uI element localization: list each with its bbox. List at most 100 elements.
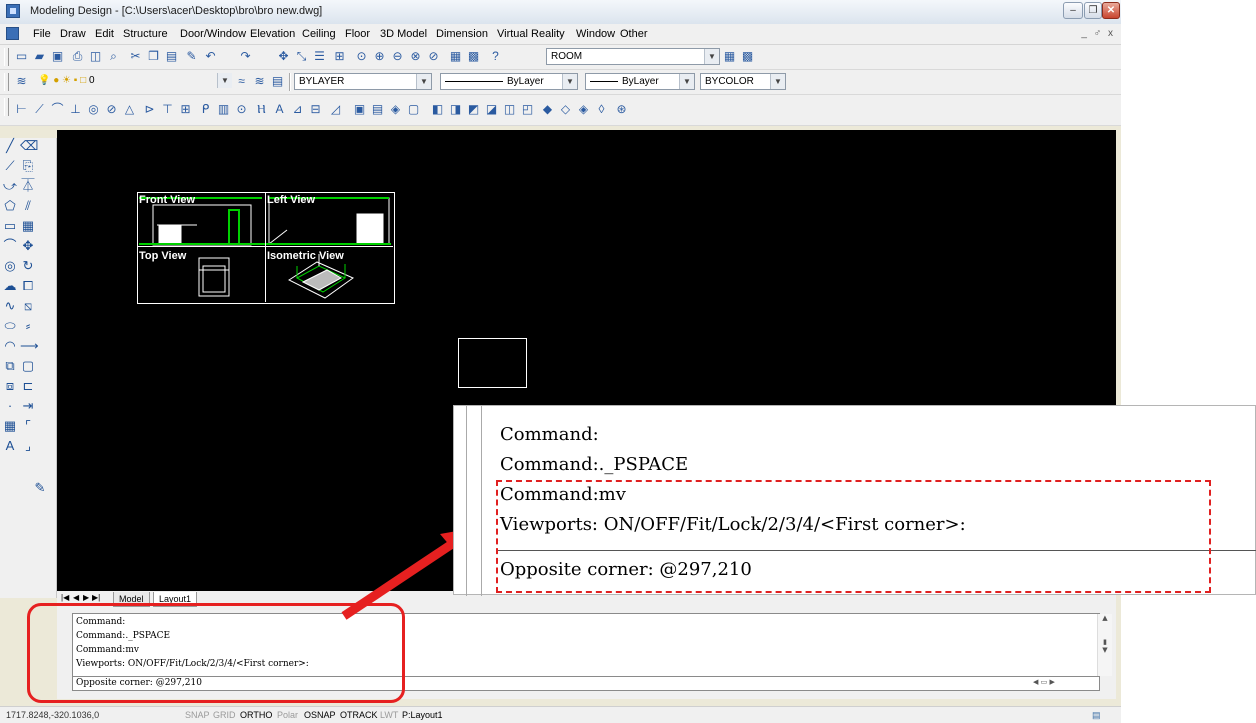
- ordinate-icon[interactable]: ⊥: [68, 102, 83, 117]
- snap-toggle[interactable]: SNAP: [185, 710, 210, 720]
- otrack-toggle[interactable]: OTRACK: [340, 710, 378, 720]
- leader-icon[interactable]: ᑭ: [198, 102, 213, 117]
- revision-cloud-icon[interactable]: ☁: [2, 278, 18, 294]
- close-button[interactable]: ✕: [1102, 2, 1120, 19]
- view-top-icon[interactable]: ▣: [352, 102, 367, 117]
- linetype-combo[interactable]: ByLayer ▼: [440, 73, 578, 90]
- shade-flat-icon[interactable]: ◆: [540, 102, 555, 117]
- layer-manager-icon[interactable]: ≋: [14, 74, 29, 89]
- color-combo[interactable]: BYLAYER ▼: [294, 73, 432, 90]
- explode-icon[interactable]: ⌟: [20, 438, 36, 454]
- radius-icon[interactable]: ◎: [86, 102, 101, 117]
- brush-icon[interactable]: ✎: [32, 480, 48, 496]
- dim-style-icon[interactable]: ⊟: [308, 102, 323, 117]
- menu-door-window[interactable]: Door/Window: [180, 28, 246, 40]
- view-bottom-icon[interactable]: ▤: [370, 102, 385, 117]
- aligned-dim-icon[interactable]: ⟋: [32, 102, 47, 117]
- polygon-icon[interactable]: ⬠: [2, 198, 18, 214]
- insert-block-icon[interactable]: ⧉: [2, 358, 18, 374]
- room-combo[interactable]: ROOM ▼: [546, 48, 720, 65]
- zoom-window-icon[interactable]: ⊕: [372, 49, 387, 64]
- view-back-icon[interactable]: ◨: [448, 102, 463, 117]
- chevron-down-icon[interactable]: ▼: [416, 74, 431, 89]
- maximize-button[interactable]: ❐: [1084, 2, 1102, 19]
- menu-structure[interactable]: Structure: [123, 28, 168, 40]
- ortho-toggle[interactable]: ORTHO: [240, 710, 272, 720]
- help-icon[interactable]: ?: [488, 49, 503, 64]
- new-file-icon[interactable]: ▭: [14, 49, 29, 64]
- copy-icon[interactable]: ❐: [146, 49, 161, 64]
- view-front-icon[interactable]: ◧: [430, 102, 445, 117]
- construction-line-icon[interactable]: ⟋: [2, 158, 18, 174]
- revolve-icon[interactable]: ◪: [1119, 272, 1122, 288]
- find-icon[interactable]: ⌕: [106, 49, 121, 64]
- toolbar-grip[interactable]: [4, 48, 9, 66]
- menu-other[interactable]: Other: [620, 28, 648, 40]
- menu-3d-model[interactable]: 3D Model: [380, 28, 427, 40]
- new-viewport-rectangle[interactable]: [458, 338, 527, 388]
- plotstyle-combo[interactable]: BYCOLOR ▼: [700, 73, 786, 90]
- interfere-icon[interactable]: ◉: [1119, 318, 1121, 334]
- pan-icon[interactable]: ✥: [276, 49, 291, 64]
- quick-dim-icon[interactable]: ⊳: [142, 102, 157, 117]
- tray-settings-icon[interactable]: ▤: [1092, 710, 1101, 721]
- linear-dim-icon[interactable]: ⊢: [14, 102, 29, 117]
- tab-prev-icon[interactable]: ◀: [73, 593, 79, 602]
- rotate-icon[interactable]: ↻: [20, 258, 36, 274]
- make-layer-current-icon[interactable]: ≈: [234, 74, 249, 89]
- chevron-down-icon[interactable]: ▼: [217, 73, 232, 88]
- chevron-down-icon[interactable]: ▼: [704, 49, 719, 64]
- viewport-icon[interactable]: ⊞: [332, 49, 347, 64]
- tab-next-icon[interactable]: ▶: [83, 593, 89, 602]
- command-scrollbar[interactable]: ▲ ▮ ▼: [1097, 614, 1112, 676]
- chevron-down-icon[interactable]: ▼: [562, 74, 577, 89]
- tab-last-icon[interactable]: ▶|: [92, 593, 100, 602]
- chevron-down-icon[interactable]: ▼: [770, 74, 785, 89]
- menu-draw[interactable]: Draw: [60, 28, 86, 40]
- menu-elevation[interactable]: Elevation: [250, 28, 295, 40]
- polyline-icon[interactable]: ⤻: [2, 178, 18, 194]
- paste-icon[interactable]: ▤: [164, 49, 179, 64]
- mdi-controls[interactable]: _ ♂ x: [1081, 28, 1115, 39]
- paper-layout-toggle[interactable]: P:Layout1: [402, 710, 443, 720]
- make-block-icon[interactable]: ⧈: [2, 378, 18, 394]
- zoom-extents-icon[interactable]: ⊗: [408, 49, 423, 64]
- join-icon[interactable]: ⊏: [20, 378, 36, 394]
- dim-edit-icon[interactable]: Ⲏ: [254, 102, 269, 117]
- diameter-icon[interactable]: ⊘: [104, 102, 119, 117]
- chamfer-icon[interactable]: ⇥: [20, 398, 36, 414]
- match-properties-icon[interactable]: ✎: [184, 49, 199, 64]
- baseline-icon[interactable]: ⊤: [160, 102, 175, 117]
- chevron-down-icon[interactable]: ▼: [679, 74, 694, 89]
- slice-icon[interactable]: ◫: [1119, 294, 1122, 310]
- toolbar-grip[interactable]: [4, 73, 9, 91]
- lwt-toggle[interactable]: LWT: [380, 710, 398, 720]
- continue-icon[interactable]: ⊞: [178, 102, 193, 117]
- design-center-icon[interactable]: ▩: [466, 49, 481, 64]
- erase-icon[interactable]: ⌫: [20, 138, 38, 154]
- room-tool-icon[interactable]: ▦: [722, 49, 737, 64]
- center-mark-icon[interactable]: ⊙: [234, 102, 249, 117]
- arc-length-icon[interactable]: ⌒: [50, 102, 65, 117]
- shade-gouraud-icon[interactable]: ◇: [558, 102, 573, 117]
- rectangle-icon[interactable]: ▭: [2, 218, 18, 234]
- fillet-icon[interactable]: ⌜: [20, 418, 36, 434]
- shade-hidden-icon[interactable]: ◈: [576, 102, 591, 117]
- wedge-icon[interactable]: ▱: [1119, 208, 1121, 224]
- menu-dimension[interactable]: Dimension: [436, 28, 488, 40]
- print-icon[interactable]: ⎙: [70, 49, 85, 64]
- dim-update-icon[interactable]: ⊿: [290, 102, 305, 117]
- ellipse-icon[interactable]: ⬭: [2, 318, 18, 334]
- menu-window[interactable]: Window: [576, 28, 615, 40]
- layer-tool-icon[interactable]: ▤: [270, 74, 285, 89]
- layer-previous-icon[interactable]: ≋: [252, 74, 267, 89]
- tolerance-icon[interactable]: ▥: [216, 102, 231, 117]
- hatch-icon[interactable]: ▦: [2, 418, 18, 434]
- circle-icon[interactable]: ◎: [2, 258, 18, 274]
- horizontal-scrollbar[interactable]: ◀ ▭ ▶: [1033, 678, 1093, 689]
- view-left-icon[interactable]: ◈: [388, 102, 403, 117]
- view-sw-iso-icon[interactable]: ◩: [466, 102, 481, 117]
- layer-combo[interactable]: 💡 ● ☀ ▪ □ 0 ▼: [34, 73, 232, 90]
- ellipse-arc-icon[interactable]: ◠: [2, 338, 18, 354]
- camera-icon[interactable]: ⊛: [614, 102, 629, 117]
